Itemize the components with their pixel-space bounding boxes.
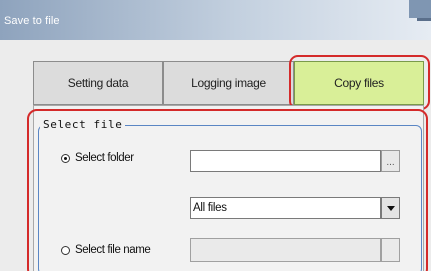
title-bar-stripe (417, 18, 431, 21)
tab-setting-data[interactable]: Setting data (33, 61, 163, 105)
copy-files-highlight (289, 55, 430, 110)
tab-setting-data-label: Setting data (67, 76, 129, 90)
select-file-highlight (27, 109, 428, 271)
window-title: Save to file (4, 15, 60, 27)
tab-logging-image[interactable]: Logging image (163, 61, 294, 105)
title-bar-corner (409, 0, 431, 18)
tab-logging-image-label: Logging image (191, 76, 266, 90)
title-bar: Save to file (0, 0, 431, 40)
